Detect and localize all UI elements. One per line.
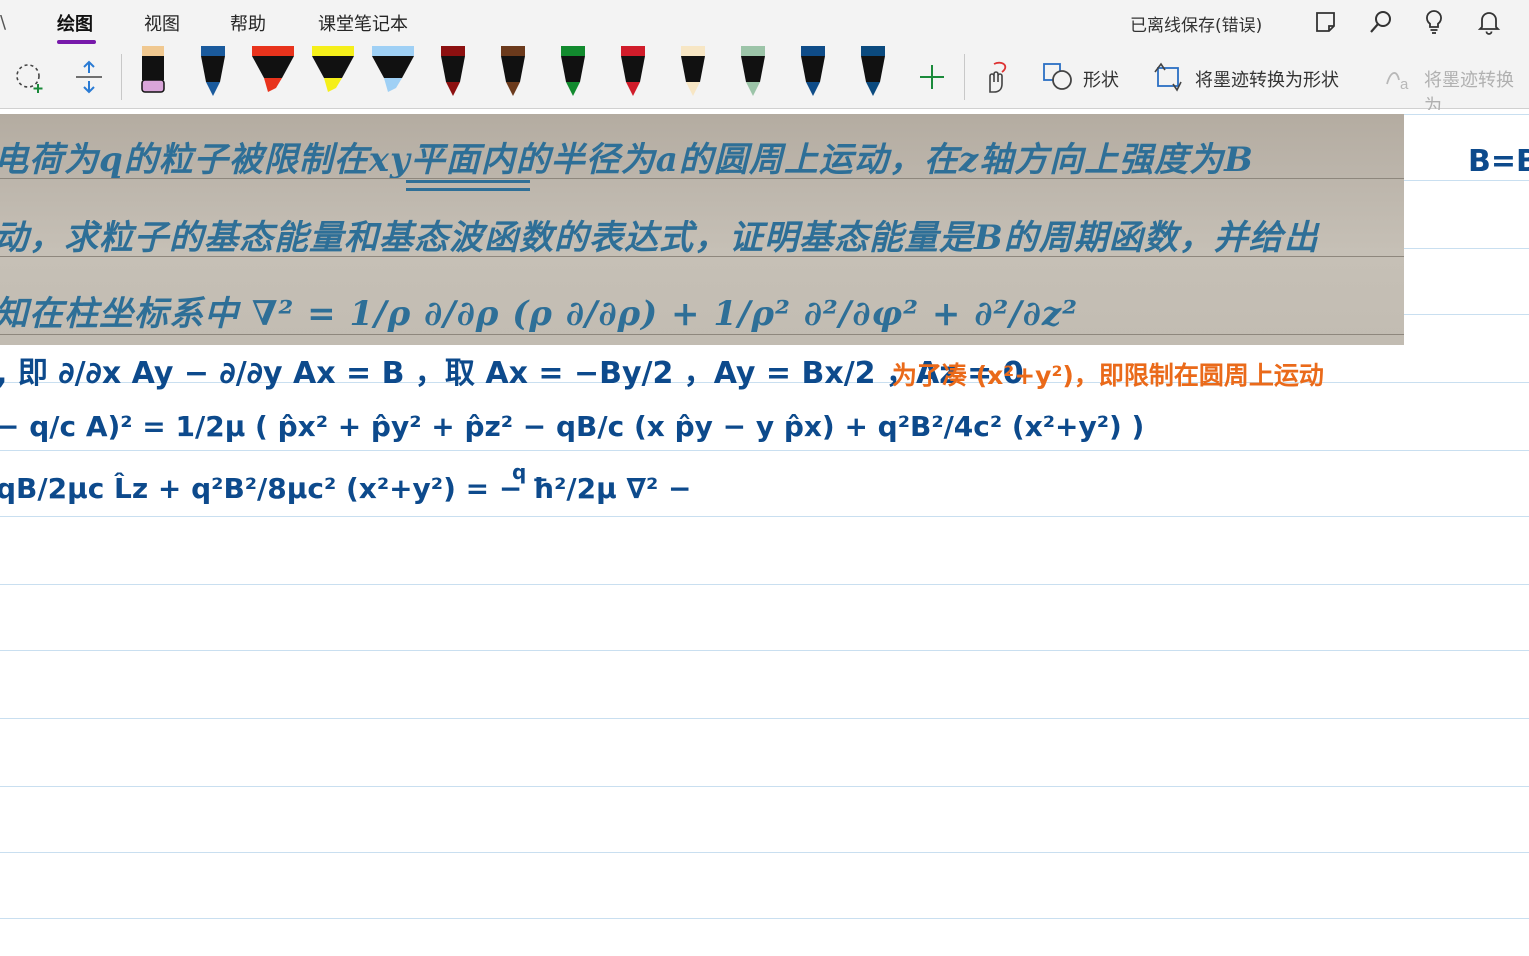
- notebook-page[interactable]: 电荷为q的粒子被限制在xy平面内的半径为a的圆周上运动，在z轴方向上强度为B 动…: [0, 110, 1529, 956]
- draw-with-touch-icon[interactable]: [980, 60, 1012, 96]
- pen-swatch-3[interactable]: [252, 46, 294, 98]
- photo-underline: [406, 188, 530, 191]
- problem-photo: 电荷为q的粒子被限制在xy平面内的半径为a的圆周上运动，在z轴方向上强度为B 动…: [0, 114, 1404, 345]
- rule-line: [0, 450, 1529, 451]
- photo-text-line-3: 知在柱坐标系中 ∇² = 1/ρ ∂/∂ρ (ρ ∂/∂ρ) + 1/ρ² ∂²…: [0, 294, 1079, 334]
- sync-status[interactable]: 已离线保存(错误): [1130, 11, 1262, 36]
- toolbar-separator: [964, 54, 965, 100]
- margin-note[interactable]: B=B: [1468, 144, 1529, 179]
- ink-partial-glyph[interactable]: q: [512, 460, 526, 484]
- photo-paper-line: [0, 256, 1404, 257]
- ink-derivation-line-3[interactable]: qB/2μc L̂z + q²B²/8μc² (x²+y²) = − ħ²/2μ…: [0, 472, 691, 505]
- pen-swatch-9[interactable]: [618, 46, 648, 98]
- tab-draw[interactable]: 绘图: [57, 10, 93, 36]
- shapes-icon[interactable]: [1042, 62, 1074, 92]
- pen-swatch-10[interactable]: [678, 46, 708, 98]
- insert-space-icon[interactable]: [74, 60, 104, 94]
- rule-line: [0, 786, 1529, 787]
- lasso-select-icon[interactable]: [14, 62, 46, 94]
- pen-swatch-12[interactable]: [798, 46, 828, 98]
- search-icon[interactable]: [1367, 8, 1395, 36]
- ink-to-text-icon: a: [1386, 72, 1409, 92]
- rule-line: [0, 918, 1529, 919]
- back-glyph[interactable]: \: [0, 12, 6, 33]
- rule-line: [0, 584, 1529, 585]
- pen-swatch-4[interactable]: [312, 46, 354, 98]
- photo-paper-line: [0, 334, 1404, 335]
- tab-help[interactable]: 帮助: [230, 10, 266, 36]
- shapes-label[interactable]: 形状: [1083, 66, 1119, 92]
- pen-swatch-11[interactable]: [738, 46, 768, 98]
- ink-derivation-line-2[interactable]: − q/c A)² = 1/2μ ( p̂x² + p̂y² + p̂z² − …: [0, 410, 1144, 443]
- photo-underline: [406, 180, 530, 183]
- ink-to-shape-label[interactable]: 将墨迹转换为形状: [1195, 66, 1339, 92]
- ribbon-menu-bar: \ 绘图 视图 帮助 课堂笔记本 已离线保存(错误): [0, 0, 1529, 44]
- svg-text:a: a: [1400, 76, 1409, 92]
- rule-line: [0, 516, 1529, 517]
- pen-swatch-8[interactable]: [558, 46, 588, 98]
- ink-derivation-line-1[interactable]: , 即 ∂/∂x Ay − ∂/∂y Ax = B ，取 Ax = −By/2 …: [0, 348, 1024, 392]
- tab-view[interactable]: 视图: [144, 10, 180, 36]
- pen-swatch-13[interactable]: [858, 46, 888, 98]
- draw-toolbar: 形状 将墨迹转换为形状 a 将墨迹转换为: [0, 44, 1529, 117]
- toolbar-separator: [121, 54, 122, 100]
- pen-swatch-7[interactable]: [498, 46, 528, 98]
- rule-line: [0, 650, 1529, 651]
- photo-text-line-1: 电荷为q的粒子被限制在xy平面内的半径为a的圆周上运动，在z轴方向上强度为B: [0, 140, 1254, 180]
- notebook-pages-icon[interactable]: [1312, 8, 1340, 36]
- pen-swatch-5[interactable]: [372, 46, 414, 98]
- ink-to-shape-icon[interactable]: [1153, 62, 1185, 92]
- bell-icon[interactable]: [1475, 8, 1503, 36]
- photo-text-line-2: 动，求粒子的基态能量和基态波函数的表达式，证明基态能量是B的周期函数，并给出: [0, 218, 1319, 258]
- rule-line: [0, 718, 1529, 719]
- tab-class-notebook[interactable]: 课堂笔记本: [318, 10, 408, 36]
- orange-annotation[interactable]: 为了凑 (x²+y²)，即限制在圆周上运动: [892, 356, 1324, 392]
- pen-swatch-2[interactable]: [198, 46, 228, 98]
- pen-swatch-6[interactable]: [438, 46, 468, 98]
- photo-paper-line: [0, 178, 1404, 179]
- pen-swatch-1[interactable]: [138, 46, 168, 98]
- lightbulb-icon[interactable]: [1420, 8, 1448, 36]
- add-pen-icon[interactable]: [918, 63, 946, 91]
- rule-line: [0, 852, 1529, 853]
